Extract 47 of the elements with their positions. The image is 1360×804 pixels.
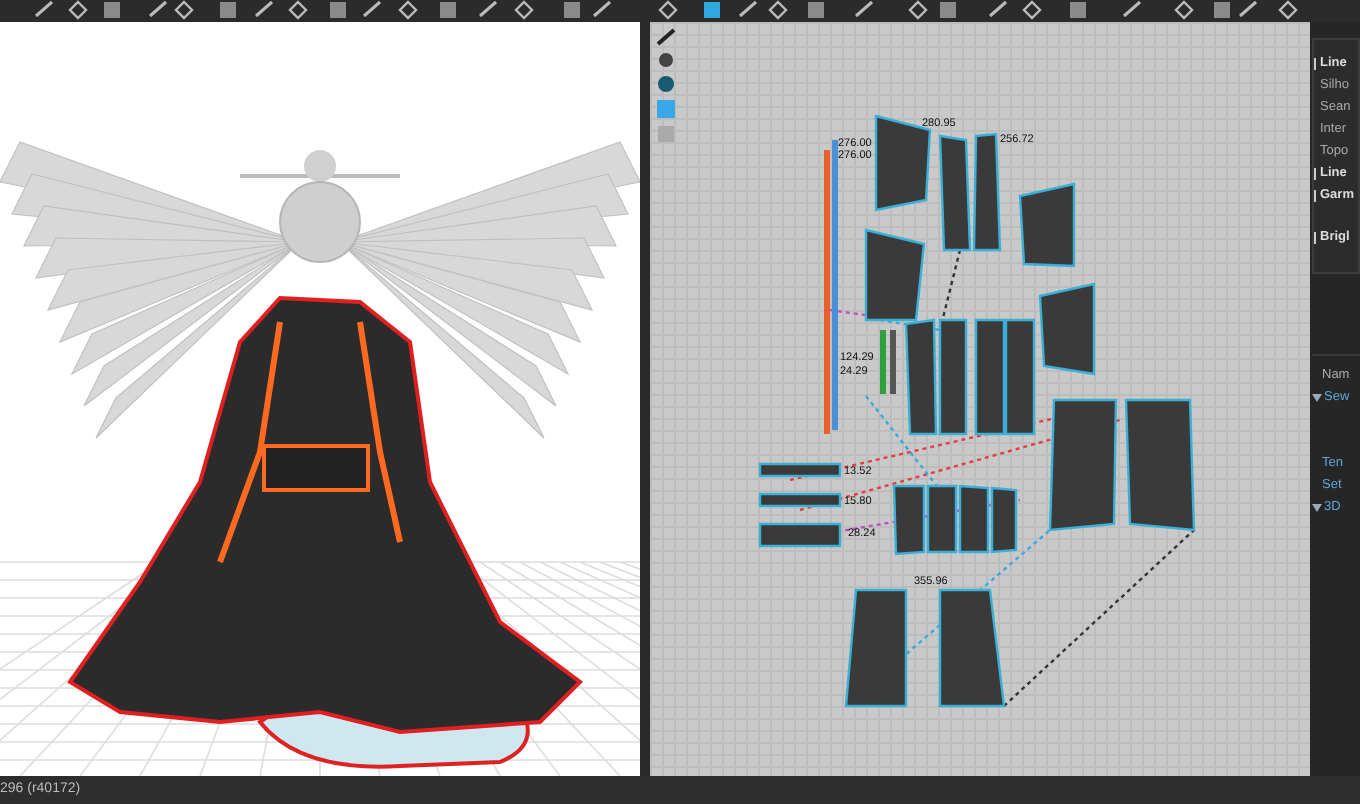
pattern-piece	[938, 134, 972, 252]
expand-icon[interactable]	[1312, 503, 1322, 511]
diamond-icon[interactable]	[1174, 0, 1194, 20]
pattern-piece	[974, 318, 1006, 436]
pattern-piece	[990, 486, 1018, 554]
diamond-icon[interactable]	[658, 0, 678, 20]
pattern-piece	[892, 484, 926, 556]
diamond-icon[interactable]	[1022, 0, 1042, 20]
pen-icon[interactable]	[656, 28, 676, 46]
diamond-icon[interactable]	[288, 0, 308, 20]
diamond-icon[interactable]	[908, 0, 928, 20]
pattern-piece	[844, 588, 908, 708]
section-marker-icon	[1314, 57, 1316, 69]
pattern-piece	[1048, 398, 1118, 532]
line-tool-icon[interactable]	[855, 0, 873, 18]
strip-piece	[880, 330, 886, 394]
expand-icon[interactable]	[1312, 393, 1322, 401]
pattern-piece	[972, 132, 1002, 252]
pattern-piece	[758, 462, 842, 478]
diamond-icon[interactable]	[174, 0, 194, 20]
pattern-piece	[926, 484, 958, 554]
diamond-icon[interactable]	[768, 0, 788, 20]
line-tool-icon[interactable]	[739, 0, 757, 18]
diamond-icon[interactable]	[514, 0, 534, 20]
pattern-piece	[958, 484, 990, 554]
line-tool-icon[interactable]	[149, 0, 167, 18]
line-tool-icon[interactable]	[35, 0, 53, 18]
pattern-piece	[1018, 182, 1076, 268]
pattern-piece	[758, 492, 842, 508]
pattern-piece	[758, 522, 842, 548]
diamond-icon[interactable]	[68, 0, 88, 20]
line-tool-icon[interactable]	[1239, 0, 1257, 18]
section-marker-icon	[1314, 167, 1316, 179]
pattern-piece	[938, 588, 1006, 708]
section-marker-icon	[1314, 189, 1316, 201]
diamond-icon[interactable]	[1278, 0, 1298, 20]
line-tool-icon[interactable]	[363, 0, 381, 18]
line-tool-icon[interactable]	[1123, 0, 1141, 18]
line-tool-icon[interactable]	[255, 0, 273, 18]
line-tool-icon[interactable]	[593, 0, 611, 18]
section-marker-icon	[1314, 231, 1316, 243]
line-tool-icon[interactable]	[989, 0, 1007, 18]
pattern-piece	[938, 318, 968, 436]
strip-piece	[890, 330, 896, 394]
diamond-icon[interactable]	[398, 0, 418, 20]
line-tool-icon[interactable]	[479, 0, 497, 18]
pattern-piece	[1124, 398, 1196, 532]
